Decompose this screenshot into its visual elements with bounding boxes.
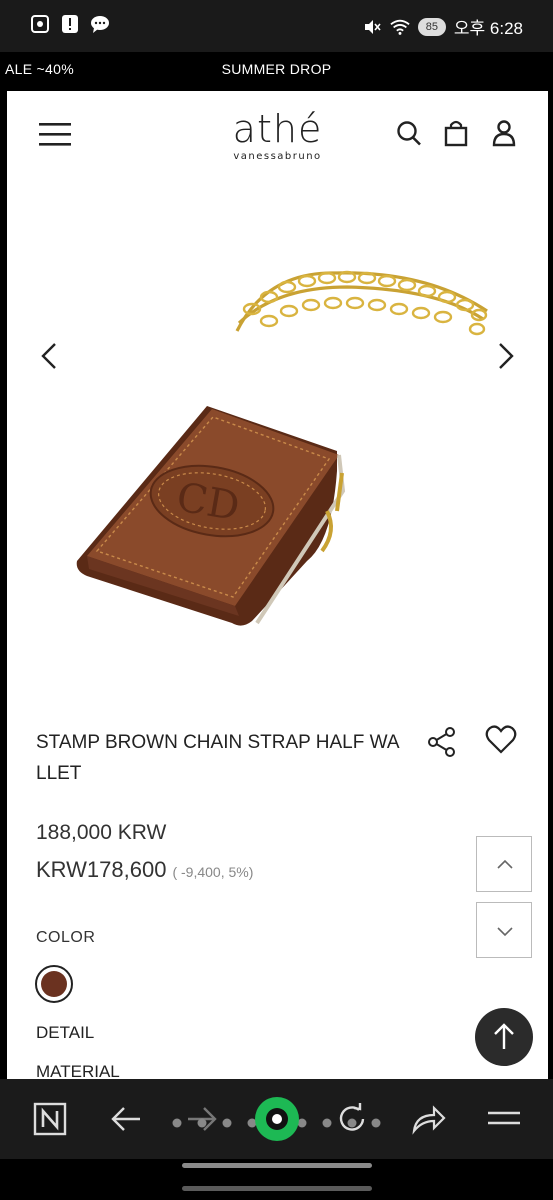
account-icon[interactable] bbox=[492, 119, 518, 147]
brand-sub: vanessabruno bbox=[233, 151, 322, 162]
original-price: 188,000 KRW bbox=[36, 821, 167, 844]
phone-screen: 85 오후 6:28 ALE ~40% SUMMER DROP athé van… bbox=[0, 0, 553, 1200]
next-image-icon[interactable] bbox=[496, 341, 516, 371]
shopping-bag-icon[interactable] bbox=[444, 119, 470, 147]
share-arrow-icon[interactable] bbox=[408, 1099, 448, 1139]
status-bar: 85 오후 6:28 bbox=[0, 0, 553, 52]
naver-home-icon[interactable] bbox=[30, 1099, 70, 1139]
mute-icon bbox=[362, 17, 382, 37]
color-swatch-brown[interactable] bbox=[35, 965, 73, 1003]
alert-icon bbox=[60, 14, 80, 34]
browser-toolbar bbox=[0, 1079, 553, 1159]
screenshot-icon bbox=[30, 14, 50, 34]
detail-section-toggle[interactable]: DETAIL bbox=[36, 1023, 94, 1043]
battery-indicator: 85 bbox=[417, 17, 446, 36]
prev-image-icon[interactable] bbox=[39, 341, 59, 371]
sale-price: KRW178,600 bbox=[36, 857, 167, 882]
material-section-toggle[interactable]: MATERIAL bbox=[36, 1062, 120, 1079]
promo-banner[interactable]: ALE ~40% SUMMER DROP bbox=[0, 52, 553, 88]
swatch-fill bbox=[41, 971, 67, 997]
promo-center-text[interactable]: SUMMER DROP bbox=[0, 61, 553, 77]
sale-price-row: KRW178,600 ( -9,400, 5%) bbox=[36, 857, 253, 883]
clock: 오후 6:28 bbox=[453, 19, 523, 38]
product-page: athé vanessabruno CD STAMP BROWN CHAIN S… bbox=[7, 91, 548, 1079]
site-header: athé vanessabruno bbox=[7, 91, 548, 181]
scroll-down-button[interactable] bbox=[476, 902, 532, 958]
wifi-icon bbox=[390, 17, 410, 37]
hamburger-menu-icon[interactable] bbox=[484, 1099, 524, 1139]
green-dot-menu-icon[interactable] bbox=[254, 1096, 300, 1142]
color-label: COLOR bbox=[36, 929, 96, 946]
scroll-handle[interactable] bbox=[182, 1163, 372, 1168]
scroll-up-button[interactable] bbox=[476, 836, 532, 892]
gesture-nav-bar[interactable] bbox=[182, 1186, 372, 1191]
discount-info: ( -9,400, 5%) bbox=[172, 864, 254, 880]
close-icon[interactable] bbox=[35, 91, 69, 125]
back-arrow-icon[interactable] bbox=[106, 1099, 146, 1139]
product-image[interactable]: CD bbox=[7, 211, 548, 731]
refresh-icon[interactable] bbox=[332, 1099, 372, 1139]
product-title: STAMP BROWN CHAIN STRAP HALF WA LLET bbox=[36, 732, 399, 784]
share-icon[interactable] bbox=[427, 726, 457, 758]
wishlist-heart-icon[interactable] bbox=[485, 724, 517, 756]
back-to-top-button[interactable] bbox=[475, 1008, 533, 1066]
chat-icon bbox=[90, 14, 110, 34]
search-icon[interactable] bbox=[396, 119, 422, 147]
